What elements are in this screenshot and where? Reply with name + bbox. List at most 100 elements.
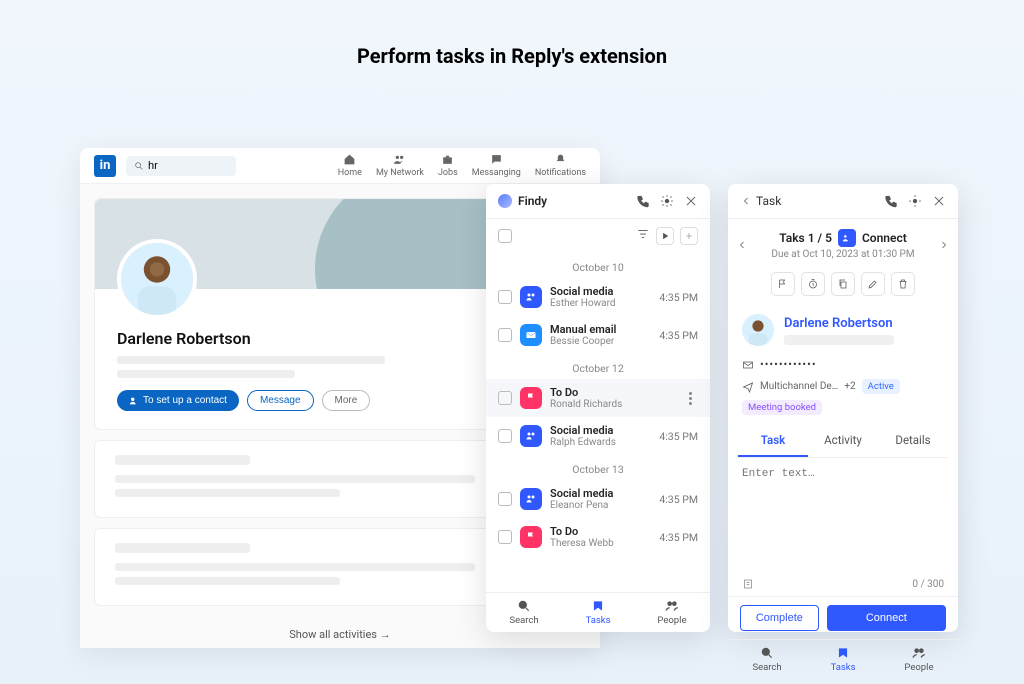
play-button[interactable] — [656, 227, 674, 245]
person-email: •••••••••••• — [728, 356, 958, 373]
task-type-icon — [520, 324, 542, 346]
task-person-name: Bessie Cooper — [550, 336, 651, 347]
linkedin-search[interactable] — [126, 156, 236, 176]
linkedin-search-input[interactable] — [148, 160, 228, 172]
phone-icon[interactable] — [636, 194, 650, 208]
task-row[interactable]: To DoTheresa Webb4:35 PM — [486, 518, 710, 556]
task-row[interactable]: Social mediaEleanor Pena 4:35 PM — [486, 480, 710, 518]
task-person: Darlene Robertson — [728, 304, 958, 356]
person-subtitle-placeholder — [784, 335, 894, 345]
task-person-name: Theresa Webb — [550, 538, 651, 549]
linkedin-topbar: in Home My Network Jobs Messanging Notif… — [80, 148, 600, 184]
more-button[interactable]: More — [322, 390, 371, 411]
phone-icon[interactable] — [884, 194, 898, 208]
nav-network[interactable]: My Network — [376, 153, 424, 178]
filter-icon[interactable] — [636, 227, 650, 241]
person-avatar — [742, 314, 774, 346]
tab-details[interactable]: Details — [878, 425, 948, 457]
char-counter: 0 / 300 — [912, 579, 944, 590]
profile-avatar — [117, 239, 197, 319]
task-person-name: Esther Howard — [550, 298, 651, 309]
copy-button[interactable] — [831, 272, 855, 296]
connect-badge-icon — [838, 229, 856, 247]
snooze-button[interactable] — [801, 272, 825, 296]
linkedin-logo-icon: in — [94, 155, 116, 177]
flag-button[interactable] — [771, 272, 795, 296]
setup-contact-button[interactable]: To set up a contact — [117, 390, 239, 411]
tab-search[interactable]: Search — [752, 646, 781, 673]
task-type: To Do — [550, 386, 674, 399]
task-person-name: Eleanor Pena — [550, 500, 651, 511]
complete-button[interactable]: Complete — [740, 605, 819, 631]
chevron-left-icon — [740, 195, 752, 207]
tab-task[interactable]: Task — [738, 425, 808, 457]
message-icon — [490, 153, 503, 166]
findy-task-list: October 10Social mediaEsther Howard4:35 … — [486, 253, 710, 592]
sequence-name[interactable]: Multichannel De… — [760, 381, 838, 392]
findy-header: Findy — [486, 184, 710, 219]
tab-activity[interactable]: Activity — [808, 425, 878, 457]
task-type: Social media — [550, 424, 651, 437]
task-person-name: Ralph Edwards — [550, 437, 651, 448]
task-row[interactable]: Social mediaRalph Edwards 4:35 PM — [486, 417, 710, 455]
close-icon[interactable] — [932, 194, 946, 208]
delete-button[interactable] — [891, 272, 915, 296]
add-button[interactable] — [680, 227, 698, 245]
task-type-icon — [520, 488, 542, 510]
nav-notifications[interactable]: Notifications — [535, 153, 586, 178]
search-icon — [134, 159, 144, 173]
next-task-button[interactable] — [938, 239, 950, 251]
row-checkbox[interactable] — [498, 530, 512, 544]
task-row[interactable]: Social mediaEsther Howard 4:35 PM — [486, 278, 710, 316]
task-row[interactable]: Manual emailBessie Cooper 4:35 PM — [486, 316, 710, 354]
row-checkbox[interactable] — [498, 290, 512, 304]
row-checkbox[interactable] — [498, 429, 512, 443]
nav-jobs[interactable]: Jobs — [438, 153, 458, 178]
task-type-icon — [520, 387, 542, 409]
tab-search[interactable]: Search — [509, 599, 538, 626]
back-button[interactable]: Task — [740, 194, 781, 208]
task-type: Social media — [550, 487, 651, 500]
person-name[interactable]: Darlene Robertson — [784, 316, 894, 331]
task-due: Due at Oct 10, 2023 at 01:30 PM — [756, 249, 930, 260]
connect-button[interactable]: Connect — [827, 605, 946, 631]
task-bottom-nav: Search Tasks People — [728, 639, 958, 679]
task-time: 4:35 PM — [659, 430, 698, 443]
task-type: Social media — [550, 285, 651, 298]
task-row[interactable]: To DoRonald Richards — [486, 379, 710, 417]
settings-icon[interactable] — [908, 194, 922, 208]
tab-tasks[interactable]: Tasks — [831, 646, 856, 673]
nav-messaging[interactable]: Messanging — [472, 153, 521, 178]
nav-home[interactable]: Home — [338, 153, 362, 178]
task-cta-row: Complete Connect — [728, 596, 958, 639]
row-more-button[interactable] — [682, 392, 698, 405]
date-separator: October 13 — [486, 463, 710, 476]
mail-icon — [742, 359, 754, 371]
tab-people[interactable]: People — [657, 599, 686, 626]
select-all-checkbox[interactable] — [498, 229, 512, 243]
row-checkbox[interactable] — [498, 328, 512, 342]
task-pager: Taks 1 / 5 Connect Due at Oct 10, 2023 a… — [728, 219, 958, 264]
prev-task-button[interactable] — [736, 239, 748, 251]
findy-window: Findy October 10Social mediaEsther Howar… — [486, 184, 710, 632]
close-icon[interactable] — [684, 194, 698, 208]
task-counter: Taks 1 / 5 — [779, 231, 832, 245]
message-button[interactable]: Message — [247, 390, 314, 411]
row-checkbox[interactable] — [498, 391, 512, 405]
task-time: 4:35 PM — [659, 291, 698, 304]
sequence-extra[interactable]: +2 — [844, 381, 855, 392]
task-time: 4:35 PM — [659, 329, 698, 342]
template-icon[interactable] — [742, 578, 754, 590]
task-time: 4:35 PM — [659, 493, 698, 506]
tab-tasks[interactable]: Tasks — [586, 599, 611, 626]
task-note-input[interactable] — [742, 468, 944, 562]
person-sequence-row: Multichannel De… +2 Active Meeting booke… — [728, 373, 958, 419]
findy-title: Findy — [518, 194, 547, 208]
tab-people[interactable]: People — [904, 646, 933, 673]
findy-bottom-nav: Search Tasks People — [486, 592, 710, 632]
row-checkbox[interactable] — [498, 492, 512, 506]
task-type: Manual email — [550, 323, 651, 336]
task-header: Task — [728, 184, 958, 219]
settings-icon[interactable] — [660, 194, 674, 208]
edit-button[interactable] — [861, 272, 885, 296]
